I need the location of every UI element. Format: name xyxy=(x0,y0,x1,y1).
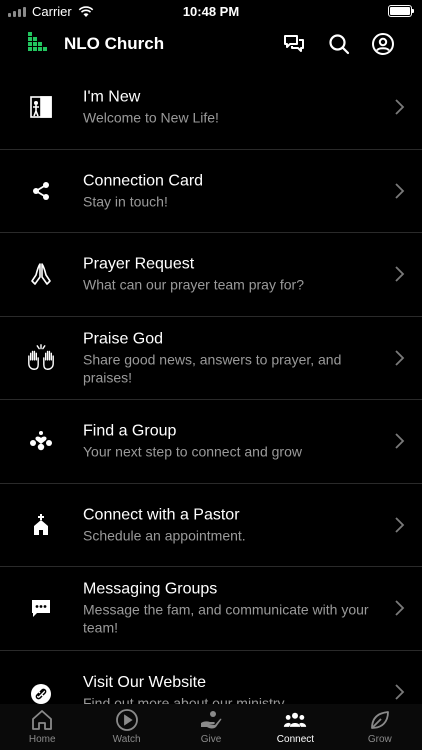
raised-hands-icon xyxy=(26,343,56,373)
tab-label: Connect xyxy=(276,734,315,745)
item-subtitle: What can our prayer team pray for? xyxy=(83,276,304,293)
list-item-prayer-request[interactable]: Prayer Request What can our prayer team … xyxy=(0,233,422,317)
connect-list: I'm New Welcome to New Life! Connection … xyxy=(0,66,422,704)
tab-give[interactable]: Give xyxy=(169,704,253,750)
praying-hands-icon xyxy=(26,259,56,289)
app-title: NLO Church xyxy=(64,34,165,53)
chevron-right-icon xyxy=(395,600,405,616)
battery-icon xyxy=(388,5,414,17)
tab-label: Give xyxy=(200,734,222,745)
leaf-icon xyxy=(370,711,389,729)
tab-home[interactable]: Home xyxy=(0,704,84,750)
home-icon xyxy=(32,710,53,730)
list-item-praise-god[interactable]: Praise God Share good news, answers to p… xyxy=(0,317,422,400)
people-icon xyxy=(284,712,307,727)
message-icon xyxy=(26,593,56,623)
item-subtitle: Welcome to New Life! xyxy=(83,109,219,126)
list-item-find-a-group[interactable]: Find a Group Your next step to connect a… xyxy=(0,400,422,484)
search-icon[interactable] xyxy=(327,32,351,56)
status-time: 10:48 PM xyxy=(182,4,240,19)
tab-label: Home xyxy=(28,734,56,745)
door-icon xyxy=(26,92,56,122)
item-title: Connection Card xyxy=(83,172,204,190)
tab-grow[interactable]: Grow xyxy=(338,704,422,750)
chat-icon[interactable] xyxy=(282,32,306,56)
item-subtitle: Find out more about our ministry xyxy=(83,694,285,705)
item-subtitle: Schedule an appointment. xyxy=(83,527,246,544)
chevron-right-icon xyxy=(395,99,405,115)
item-title: Prayer Request xyxy=(83,255,195,273)
tab-connect[interactable]: Connect xyxy=(253,704,337,750)
chapel-icon xyxy=(26,510,56,540)
chevron-right-icon xyxy=(395,350,405,366)
give-icon xyxy=(201,711,222,729)
item-title: I'm New xyxy=(83,88,141,106)
item-subtitle: Stay in touch! xyxy=(83,193,168,210)
status-bar: Carrier 10:48 PM xyxy=(0,0,422,22)
list-item-im-new[interactable]: I'm New Welcome to New Life! xyxy=(0,66,422,150)
tab-label: Grow xyxy=(367,734,392,745)
item-title: Find a Group xyxy=(83,422,177,440)
item-title: Visit Our Website xyxy=(83,673,207,691)
group-heart-icon xyxy=(26,426,56,456)
item-subtitle: Your next step to connect and grow xyxy=(83,443,302,460)
list-item-visit-website[interactable]: Visit Our Website Find out more about ou… xyxy=(0,651,422,705)
link-icon xyxy=(26,679,56,705)
chevron-right-icon xyxy=(395,433,405,449)
chevron-right-icon xyxy=(395,266,405,282)
item-title: Connect with a Pastor xyxy=(83,506,240,524)
chevron-right-icon xyxy=(395,683,405,700)
chevron-right-icon xyxy=(395,183,405,199)
item-subtitle: Share good news, answers to prayer, and … xyxy=(83,351,342,386)
list-item-connect-with-pastor[interactable]: Connect with a Pastor Schedule an appoin… xyxy=(0,484,422,567)
app-header: NLO Church xyxy=(0,22,422,66)
share-icon xyxy=(26,176,56,206)
play-icon xyxy=(115,709,138,731)
item-title: Messaging Groups xyxy=(83,580,218,598)
list-item-connection-card[interactable]: Connection Card Stay in touch! xyxy=(0,150,422,233)
church-logo-icon xyxy=(28,32,47,51)
item-title: Praise God xyxy=(83,330,164,348)
item-subtitle: Message the fam, and communicate with yo… xyxy=(83,601,369,636)
tab-watch[interactable]: Watch xyxy=(84,704,168,750)
chevron-right-icon xyxy=(395,517,405,533)
list-item-messaging-groups[interactable]: Messaging Groups Message the fam, and co… xyxy=(0,567,422,651)
account-icon[interactable] xyxy=(371,32,395,56)
tab-label: Watch xyxy=(112,734,141,745)
tab-bar: Home Watch Give Connect Grow xyxy=(0,704,422,750)
